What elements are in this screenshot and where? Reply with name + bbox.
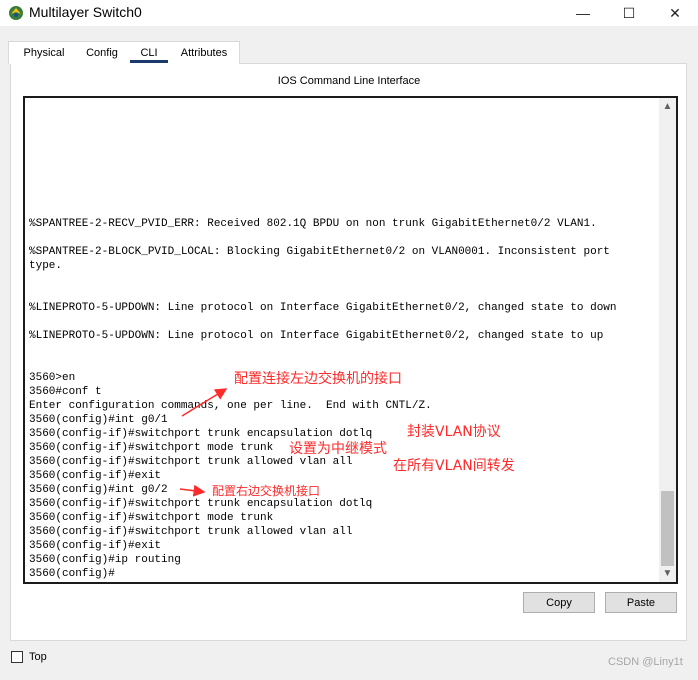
top-checkbox[interactable]	[11, 651, 23, 663]
paste-button[interactable]: Paste	[605, 592, 677, 613]
annotation-encapsulation: 封装VLAN协议	[407, 424, 501, 440]
annotation-arrows	[179, 388, 228, 497]
annotation-left-interface: 配置连接左边交换机的接口	[234, 371, 402, 387]
annotation-trunk-mode: 设置为中继模式	[289, 441, 387, 457]
watermark: CSDN @Liny1t	[608, 656, 683, 668]
copy-button[interactable]: Copy	[523, 592, 595, 613]
annotation-arrow-left-interface	[181, 388, 228, 417]
top-checkbox-label: Top	[29, 651, 47, 663]
annotation-allowed-vlan: 在所有VLAN间转发	[393, 458, 515, 474]
annotation-arrow-right-interface	[179, 484, 206, 497]
annotation-right-interface: 配置右边交换机接口	[212, 484, 321, 498]
